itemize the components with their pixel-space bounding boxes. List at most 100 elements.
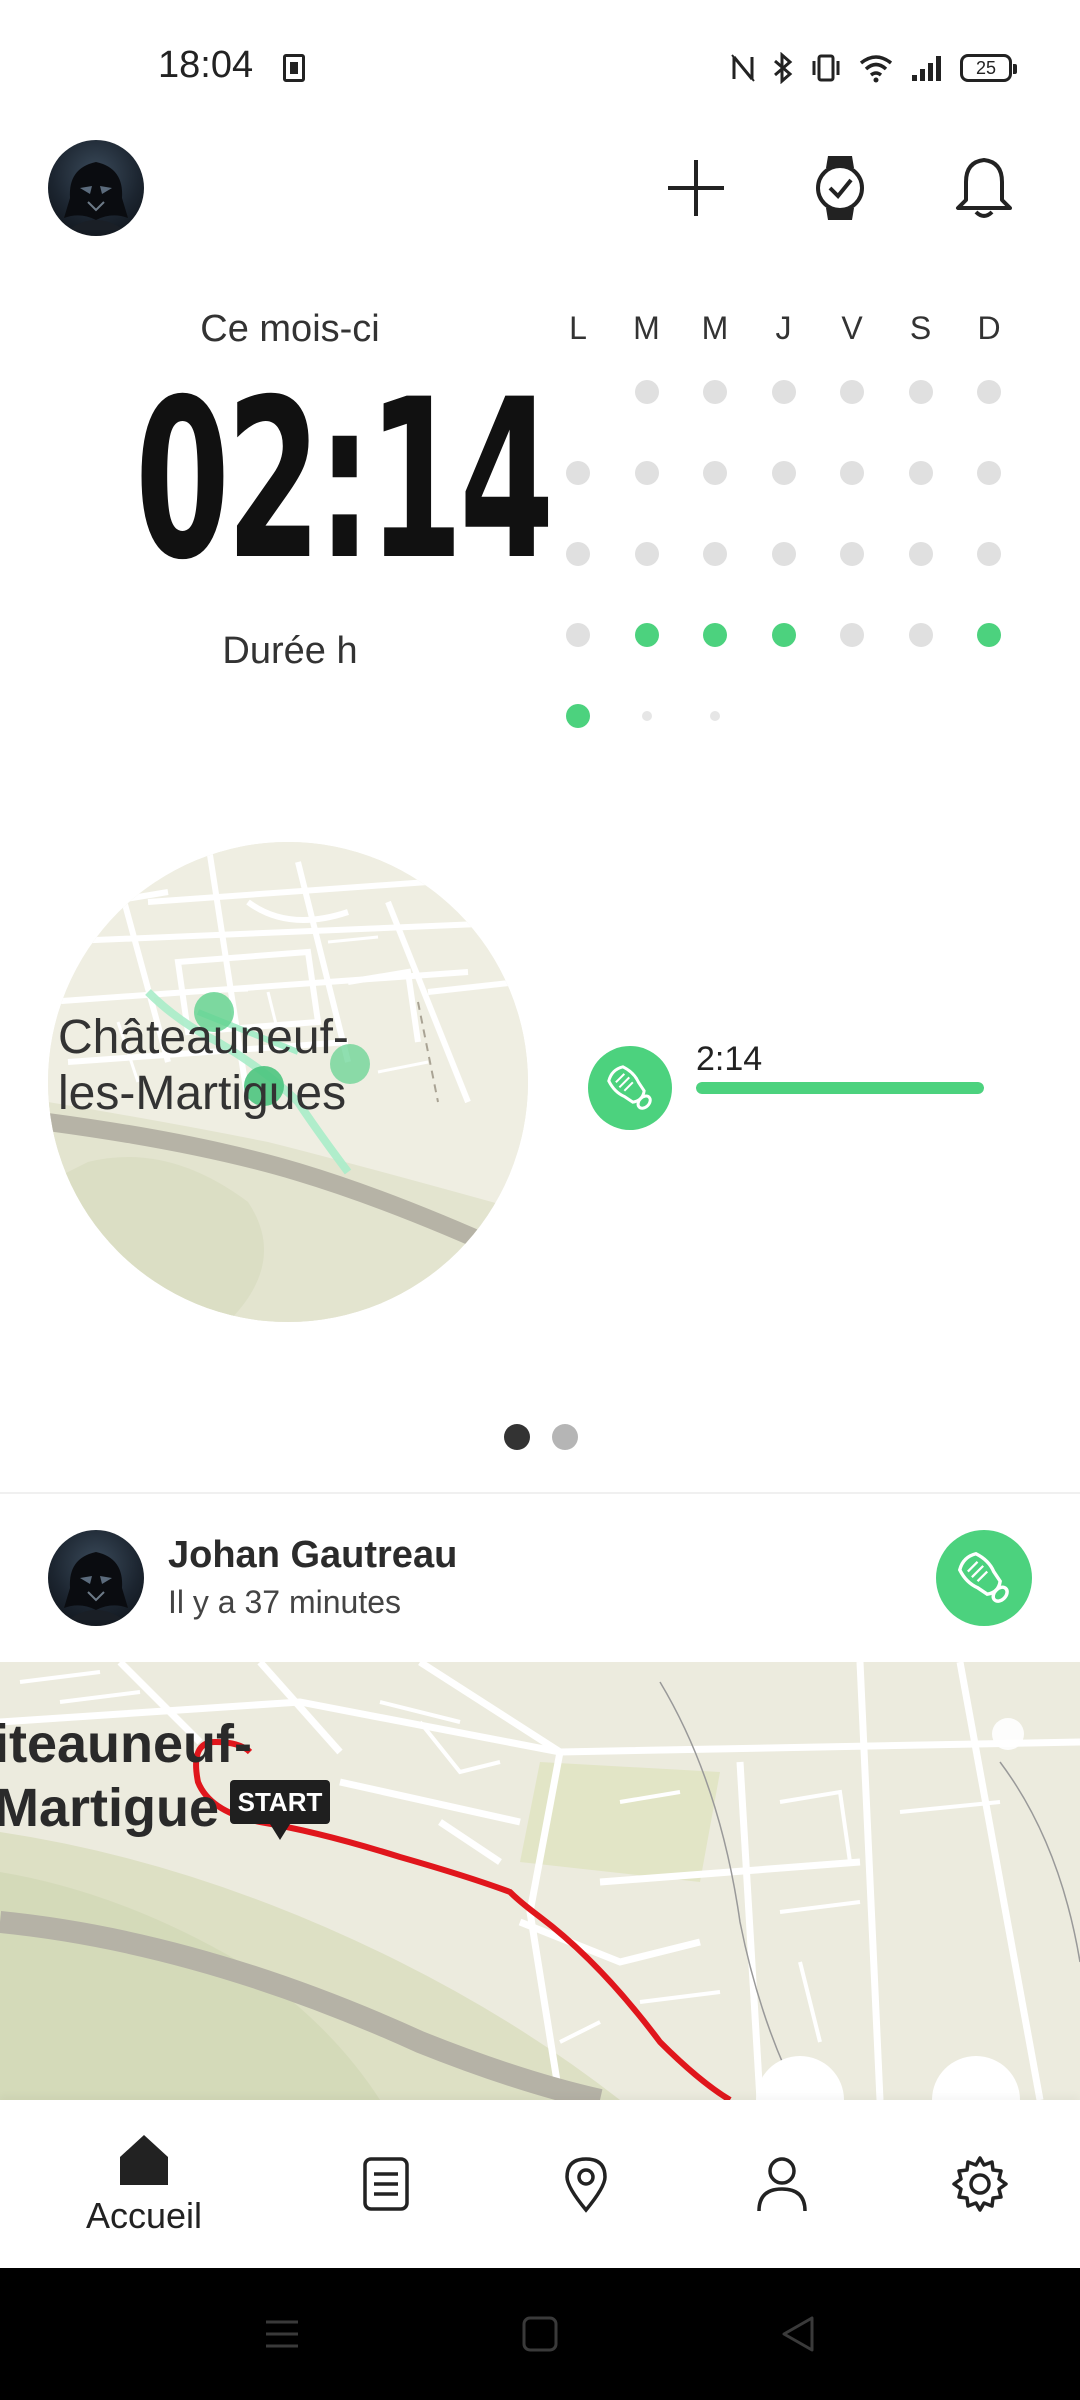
square-icon: [522, 2316, 558, 2352]
map-place-line1: Châteauneuf-: [58, 1011, 349, 1064]
system-home-button[interactable]: [512, 2306, 568, 2362]
calendar-day[interactable]: [908, 542, 933, 566]
calendar-day[interactable]: [840, 542, 864, 566]
calendar-day[interactable]: [566, 461, 590, 485]
calendar-day-active[interactable]: [566, 704, 590, 728]
battery-icon: 25: [960, 54, 1017, 82]
calendar-day[interactable]: [771, 461, 796, 485]
watch-icon: [816, 156, 864, 220]
calendar-day-active[interactable]: [771, 623, 796, 647]
calendar-day-future[interactable]: [641, 711, 652, 721]
nav-settings[interactable]: [930, 2100, 1030, 2268]
feed-sport-badge: [936, 1530, 1032, 1626]
calendar-day[interactable]: [634, 542, 659, 566]
calendar-day[interactable]: [977, 542, 1001, 566]
notification-icon: [283, 54, 305, 82]
back-icon: [782, 2316, 814, 2352]
bluetooth-icon: [774, 52, 793, 84]
nav-map[interactable]: [536, 2100, 636, 2268]
activity-map-preview[interactable]: Châteauneuf- les-Martigues: [48, 842, 528, 1322]
bottom-navigation: Accueil: [0, 2100, 1080, 2268]
weekday-label: V: [841, 310, 863, 346]
pager-dot-1[interactable]: [504, 1424, 530, 1450]
route-map-label-line1: iteauneuf-: [0, 1714, 253, 1774]
calendar-day[interactable]: [703, 461, 727, 485]
map-place-line2: les-Martigues: [58, 1067, 347, 1120]
calendar-day-future[interactable]: [710, 711, 720, 721]
carousel-pager[interactable]: [500, 1424, 580, 1450]
weekday-label: D: [977, 310, 1001, 346]
avatar-image: [64, 162, 128, 230]
home-icon: [120, 2135, 168, 2185]
pager-dot-2[interactable]: [552, 1424, 578, 1450]
status-icons: 25: [730, 48, 1017, 88]
calendar-day[interactable]: [840, 380, 864, 404]
calendar-weekdays: LMMJVSD: [552, 310, 1032, 350]
profile-avatar[interactable]: [48, 140, 144, 236]
calendar-day-active[interactable]: [703, 623, 727, 647]
calendar-day[interactable]: [566, 542, 590, 566]
weekday-label: M: [633, 310, 660, 346]
map-pin-icon: [565, 2157, 607, 2213]
calendar-day[interactable]: [771, 380, 796, 404]
notifications-button[interactable]: [936, 140, 1032, 236]
watch-button[interactable]: [792, 140, 888, 236]
nav-journal[interactable]: [336, 2100, 436, 2268]
calendar-day-active[interactable]: [977, 623, 1001, 647]
bell-icon: [956, 158, 1012, 218]
status-time: 18:04: [158, 44, 254, 86]
calendar-day-active[interactable]: [634, 623, 659, 647]
calendar-day[interactable]: [977, 461, 1001, 485]
system-menu-button[interactable]: [254, 2306, 310, 2362]
wifi-icon: [859, 55, 893, 83]
nfc-icon: [731, 54, 755, 82]
vibrate-icon: [812, 54, 840, 82]
add-button[interactable]: [648, 140, 744, 236]
duration-total: 02:14: [135, 352, 554, 608]
calendar-day[interactable]: [703, 380, 727, 404]
calendar-day[interactable]: [771, 542, 796, 566]
calendar-day[interactable]: [908, 461, 933, 485]
weekday-label: J: [775, 310, 792, 346]
route-map-label: iteauneuf- Martigue: [0, 1712, 252, 1840]
nav-home[interactable]: Accueil: [64, 2100, 224, 2268]
activity-calendar[interactable]: [552, 360, 1032, 740]
journal-icon: [363, 2157, 409, 2211]
calendar-day[interactable]: [977, 380, 1001, 404]
running-shoe-icon: [607, 1065, 652, 1110]
avatar-image: [64, 1552, 128, 1620]
settings-icon: [952, 2156, 1008, 2212]
nav-home-label: Accueil: [85, 2195, 203, 2236]
profile-icon: [757, 2157, 807, 2212]
calendar-day[interactable]: [634, 380, 659, 404]
feed-time-ago: Il y a 37 minutes: [168, 1584, 401, 1620]
weekday-label: L: [569, 310, 587, 346]
status-bar: 18:04 25: [0, 0, 1080, 130]
running-activity-badge: [588, 1046, 672, 1130]
calendar-day[interactable]: [908, 380, 933, 404]
add-icon: [668, 160, 724, 216]
unit-label: Durée h: [222, 630, 358, 672]
running-shoe-icon: [957, 1551, 1009, 1603]
activity-duration: 2:14: [696, 1040, 763, 1078]
nav-profile[interactable]: [732, 2100, 832, 2268]
menu-icon: [266, 2320, 298, 2348]
calendar-day[interactable]: [566, 623, 590, 647]
route-map-label-line2: Martigue: [0, 1778, 220, 1838]
calendar-day[interactable]: [703, 542, 727, 566]
weekday-label: M: [701, 310, 729, 346]
calendar-day[interactable]: [840, 623, 864, 647]
system-back-button[interactable]: [770, 2306, 826, 2362]
calendar-day[interactable]: [908, 623, 933, 647]
feed-user-avatar[interactable]: [48, 1530, 144, 1626]
signal-icon: [912, 56, 941, 81]
feed-activity-map[interactable]: iteauneuf- Martigue: [0, 1662, 1080, 2100]
activity-progress-fill: [696, 1082, 984, 1094]
weekday-label: S: [909, 310, 932, 346]
calendar-day[interactable]: [840, 461, 864, 485]
route-start-marker: START: [230, 1780, 330, 1840]
calendar-day[interactable]: [634, 461, 659, 485]
feed-user-name[interactable]: Johan Gautreau: [168, 1534, 457, 1577]
system-navigation-bar: [0, 2268, 1080, 2400]
section-divider: [0, 1492, 1080, 1494]
